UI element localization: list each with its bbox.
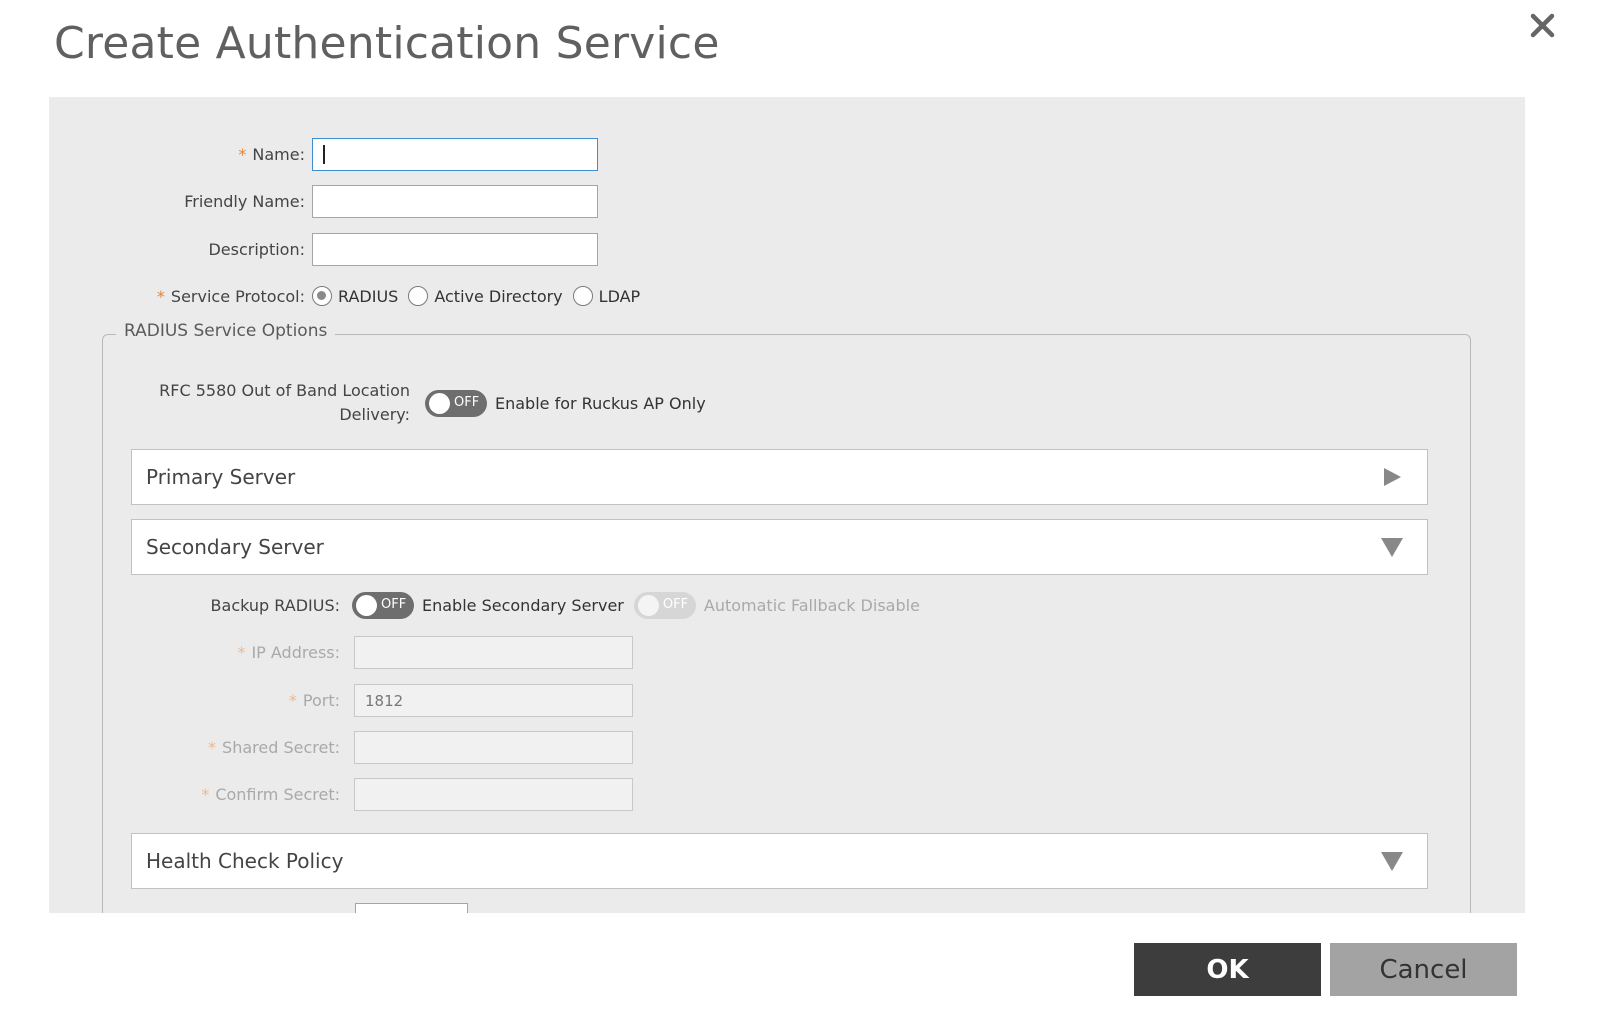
radio-active-directory[interactable] (408, 286, 429, 306)
collapse-down-icon (1381, 537, 1403, 557)
rfc5580-row: RFC 5580 Out of Band Location Delivery: … (49, 379, 706, 427)
required-marker: * (238, 145, 247, 164)
service-protocol-row: * Service Protocol: RADIUS Active Directo… (49, 286, 650, 306)
confirm-secret-row: * Confirm Secret: (49, 778, 633, 811)
name-label: Name: (252, 145, 305, 164)
rfc5580-toggle[interactable]: OFF (425, 389, 487, 417)
radio-active-directory-label[interactable]: Active Directory (434, 287, 562, 306)
description-input[interactable] (312, 233, 598, 266)
ok-button[interactable]: OK (1134, 943, 1321, 996)
backup-radius-toggle[interactable]: OFF (352, 592, 414, 619)
shared-secret-row: * Shared Secret: (49, 731, 633, 764)
cut-off-input[interactable] (355, 903, 468, 913)
backup-radius-toggle-text: Enable Secondary Server (422, 596, 624, 615)
health-check-accordion[interactable]: Health Check Policy (131, 833, 1428, 889)
ip-address-input[interactable] (354, 636, 633, 669)
confirm-secret-input[interactable] (354, 778, 633, 811)
required-marker: * (156, 286, 165, 306)
backup-radius-row: Backup RADIUS: OFF Enable Secondary Serv… (49, 592, 920, 619)
close-icon[interactable] (1526, 10, 1558, 42)
port-row: * Port: (49, 684, 633, 717)
radio-radius[interactable] (312, 286, 332, 306)
friendly-name-input[interactable] (312, 185, 598, 218)
required-marker: * (201, 785, 210, 804)
expand-right-icon (1384, 468, 1401, 486)
backup-radius-label: Backup RADIUS: (210, 596, 340, 615)
secondary-server-title: Secondary Server (146, 535, 324, 559)
friendly-name-row: Friendly Name: (49, 185, 598, 218)
shared-secret-input[interactable] (354, 731, 633, 764)
shared-secret-label: Shared Secret: (222, 738, 340, 757)
ip-address-row: * IP Address: (49, 636, 633, 669)
friendly-name-label: Friendly Name: (184, 192, 305, 211)
collapse-down-icon (1381, 851, 1403, 871)
confirm-secret-label: Confirm Secret: (215, 785, 340, 804)
name-input[interactable] (312, 138, 598, 171)
primary-server-accordion[interactable]: Primary Server (131, 449, 1428, 505)
secondary-server-accordion[interactable]: Secondary Server (131, 519, 1428, 575)
port-input[interactable] (354, 684, 633, 717)
cancel-button[interactable]: Cancel (1330, 943, 1517, 996)
port-label: Port: (302, 691, 340, 710)
required-marker: * (288, 691, 297, 710)
form-panel: * Name: Friendly Name: Description: * Serv… (49, 97, 1525, 913)
primary-server-title: Primary Server (146, 465, 296, 489)
fallback-toggle-text: Automatic Fallback Disable (703, 596, 920, 615)
radio-ldap[interactable] (572, 286, 593, 306)
service-protocol-label: Service Protocol: (170, 286, 305, 306)
health-check-title: Health Check Policy (146, 849, 344, 873)
radio-ldap-label[interactable]: LDAP (599, 287, 641, 306)
text-cursor (323, 145, 325, 164)
ip-address-label: IP Address: (251, 643, 340, 662)
radius-options-legend: RADIUS Service Options (116, 321, 336, 341)
radio-radius-label[interactable]: RADIUS (338, 287, 398, 306)
required-marker: * (237, 643, 246, 662)
fallback-toggle[interactable]: OFF (633, 592, 696, 619)
rfc5580-toggle-text: Enable for Ruckus AP Only (495, 393, 706, 413)
name-row: * Name: (49, 138, 598, 171)
required-marker: * (208, 738, 217, 757)
description-label: Description: (208, 240, 305, 259)
rfc5580-label: RFC 5580 Out of Band Location Delivery: (159, 381, 410, 424)
description-row: Description: (49, 233, 598, 266)
dialog-title: Create Authentication Service (54, 18, 720, 69)
